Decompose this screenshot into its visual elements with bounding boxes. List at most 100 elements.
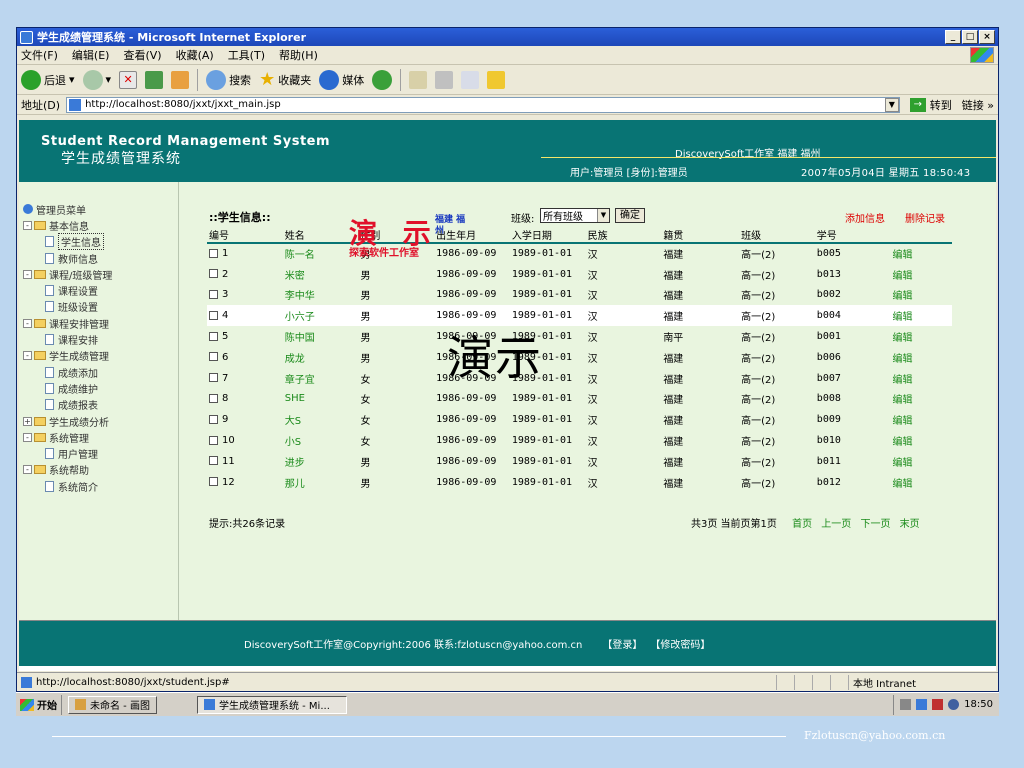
pager-next[interactable]: 下一页 (860, 519, 890, 530)
print-icon[interactable] (435, 70, 454, 89)
table-cell: 汉 (587, 437, 598, 449)
folder-icon[interactable] (487, 70, 506, 89)
favorites-button[interactable]: ★ 收藏夹 (259, 69, 311, 90)
row-checkbox[interactable] (209, 310, 218, 320)
maximize-button[interactable]: □ (962, 30, 978, 44)
menu-tools[interactable]: 工具(T) (228, 47, 265, 63)
row-checkbox[interactable] (209, 352, 218, 362)
sidebar-item[interactable]: - 基本信息 (23, 217, 178, 233)
table-cell: b010 (816, 435, 841, 447)
links-button[interactable]: 链接 » (962, 97, 994, 113)
chevron-down-icon: ▼ (597, 209, 609, 222)
sidebar-item[interactable]: 班级设置 (23, 299, 178, 315)
menu-view[interactable]: 查看(V) (123, 47, 161, 63)
pager-prev[interactable]: 上一页 (821, 519, 851, 530)
edit-link[interactable]: 编辑 (891, 264, 952, 285)
menu-help[interactable]: 帮助(H) (279, 47, 318, 63)
sidebar-item[interactable]: - 课程/班级管理 (23, 266, 178, 282)
keyboard-icon[interactable] (900, 699, 912, 710)
menu-edit[interactable]: 编辑(E) (72, 47, 110, 63)
sidebar-item[interactable]: 学生信息 (23, 233, 178, 251)
search-button[interactable]: 搜索 (206, 69, 251, 90)
row-checkbox[interactable] (209, 269, 218, 279)
sidebar-item[interactable]: 教师信息 (23, 250, 178, 266)
media-button[interactable]: 媒体 (319, 69, 364, 90)
network-icon[interactable] (916, 699, 928, 710)
stop-icon[interactable]: ✕ (119, 70, 138, 89)
sidebar-item[interactable]: 用户管理 (23, 445, 178, 461)
tray-clock: 18:50 (964, 699, 993, 710)
go-button[interactable]: 转到 (930, 97, 952, 113)
collapse-icon[interactable]: - (23, 432, 32, 442)
edit-link[interactable]: 编辑 (891, 430, 952, 451)
collapse-icon[interactable]: - (23, 318, 32, 328)
edit-link[interactable]: 编辑 (891, 389, 952, 410)
change-password-link[interactable]: 【修改密码】 (650, 636, 710, 651)
volume-icon[interactable] (932, 699, 944, 710)
row-checkbox[interactable] (209, 248, 218, 258)
title-bar[interactable]: 学生成绩管理系统 - Microsoft Internet Explorer _… (17, 28, 998, 46)
start-button[interactable]: 开始 (16, 694, 62, 715)
mail-icon[interactable] (409, 70, 428, 89)
address-dropdown[interactable]: ▼ (884, 97, 899, 112)
sidebar-item[interactable]: 成绩报表 (23, 397, 178, 413)
ok-button[interactable]: 确定 (615, 208, 645, 223)
edit-icon[interactable] (461, 70, 480, 89)
go-arrow-icon[interactable]: → (909, 97, 926, 112)
close-button[interactable]: × (979, 30, 995, 44)
table-cell: 汉 (587, 374, 598, 386)
sidebar-item[interactable]: 成绩添加 (23, 364, 178, 380)
collapse-icon[interactable]: - (23, 220, 32, 230)
pager-first[interactable]: 首页 (792, 519, 812, 530)
sidebar-item[interactable]: + 学生成绩分析 (23, 413, 178, 429)
table-cell: 高一(2) (741, 478, 776, 490)
edit-link[interactable]: 编辑 (891, 368, 952, 389)
sidebar-item[interactable]: - 学生成绩管理 (23, 348, 178, 364)
edit-link[interactable]: 编辑 (891, 347, 952, 368)
sidebar-item[interactable]: - 系统帮助 (23, 462, 178, 478)
pager-last[interactable]: 末页 (900, 519, 920, 530)
login-link[interactable]: 【登录】 (602, 636, 642, 651)
row-checkbox[interactable] (209, 477, 218, 487)
forward-button[interactable]: ▾ (82, 69, 111, 90)
add-info-link[interactable]: 添加信息 (845, 210, 885, 225)
row-checkbox[interactable] (209, 435, 218, 445)
class-select[interactable]: 所有班级 ▼ (540, 208, 610, 223)
task-paint[interactable]: 未命名 - 画图 (68, 695, 157, 714)
home-icon[interactable] (171, 70, 190, 89)
sidebar-item[interactable]: 课程安排 (23, 331, 178, 347)
edit-link[interactable]: 编辑 (891, 409, 952, 430)
history-icon[interactable] (372, 69, 393, 90)
row-checkbox[interactable] (209, 414, 218, 424)
row-checkbox[interactable] (209, 393, 218, 403)
row-checkbox[interactable] (209, 456, 218, 466)
antivirus-icon[interactable] (948, 699, 960, 710)
sidebar-item[interactable]: 管理员菜单 (23, 201, 178, 217)
sidebar-item[interactable]: 系统简介 (23, 478, 178, 494)
collapse-icon[interactable]: - (23, 269, 32, 279)
row-checkbox[interactable] (209, 289, 218, 299)
sidebar-item[interactable]: - 课程安排管理 (23, 315, 178, 331)
sidebar-item[interactable]: 成绩维护 (23, 380, 178, 396)
edit-link[interactable]: 编辑 (891, 326, 952, 347)
edit-link[interactable]: 编辑 (891, 243, 952, 264)
minimize-button[interactable]: _ (945, 30, 961, 44)
row-checkbox[interactable] (209, 331, 218, 341)
sidebar-item[interactable]: 课程设置 (23, 282, 178, 298)
delete-record-link[interactable]: 删除记录 (905, 210, 945, 225)
edit-link[interactable]: 编辑 (891, 472, 952, 493)
refresh-icon[interactable] (145, 70, 164, 89)
task-ie[interactable]: 学生成绩管理系统 - Mi... (196, 695, 347, 714)
menu-file[interactable]: 文件(F) (21, 47, 58, 63)
edit-link[interactable]: 编辑 (891, 285, 952, 306)
back-button[interactable]: 后退 ▾ (21, 69, 75, 90)
collapse-icon[interactable]: - (23, 351, 32, 361)
address-input[interactable]: http://localhost:8080/jxxt/jxxt_main.jsp… (66, 96, 900, 113)
sidebar-item[interactable]: - 系统管理 (23, 429, 178, 445)
expand-icon[interactable]: + (23, 416, 32, 426)
edit-link[interactable]: 编辑 (891, 451, 952, 472)
edit-link[interactable]: 编辑 (890, 305, 952, 327)
collapse-icon[interactable]: - (23, 465, 32, 475)
row-checkbox[interactable] (209, 373, 218, 383)
menu-favorites[interactable]: 收藏(A) (176, 47, 214, 63)
